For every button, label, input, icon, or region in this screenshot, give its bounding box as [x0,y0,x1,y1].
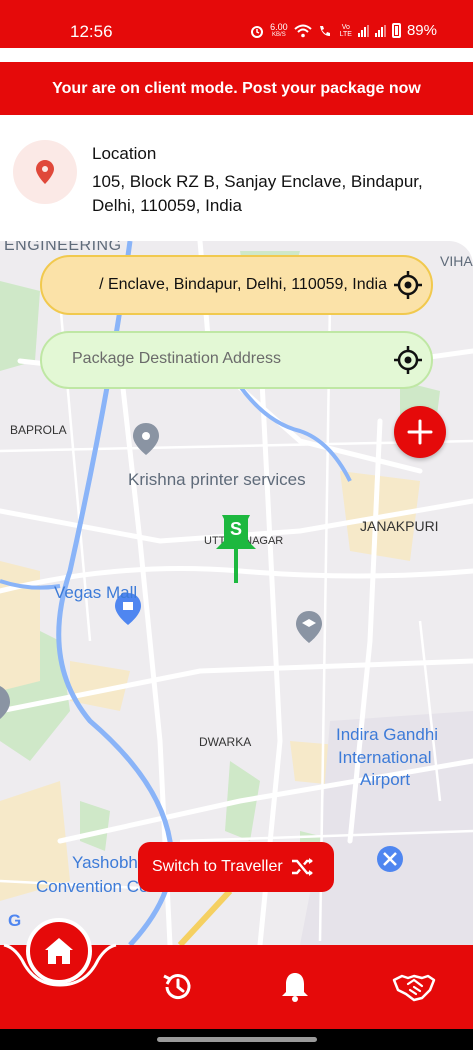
status-icons: 6.00 KB/S Vo LTE 89% [250,22,437,39]
status-divider [0,48,473,62]
location-address: 105, Block RZ B, Sanjay Enclave, Bindapu… [92,172,423,215]
bell-icon [282,973,308,1002]
location-pin-badge [13,140,77,204]
handshake-icon [392,974,436,1002]
map-label-airport-line3: Airport [360,770,411,789]
pickup-address-field[interactable]: / Enclave, Bindapur, Delhi, 110059, Indi… [40,255,433,315]
destination-locate-icon[interactable] [393,345,423,375]
status-time: 12:56 [70,22,113,41]
banner-text: Your are on client mode. Post your packa… [52,79,421,97]
map-label-dwarka: DWARKA [199,735,252,749]
gesture-handle[interactable] [157,1037,317,1042]
location-title: Location [92,144,157,163]
status-bar: 12:56 6.00 KB/S Vo LTE 89% [0,0,473,48]
nav-history-button[interactable] [161,970,195,1004]
location-card: Location 105, Block RZ B, Sanjay Enclave… [0,115,473,241]
battery-percent: 89% [406,22,437,39]
battery-icon [391,23,401,38]
net-speed: 6.00 KB/S [270,21,288,39]
switch-to-traveller-button[interactable]: Switch to Traveller [138,842,334,892]
plus-icon [407,419,433,445]
map-label-krishna-printer: Krishna printer services [128,470,306,489]
alarm-icon [251,25,264,38]
history-icon [163,974,191,1000]
map-label-baprola: BAPROLA [10,423,67,437]
signal-icon-1 [357,24,369,37]
location-pin-icon [36,160,54,184]
map-label-airport-line2: International [338,748,432,767]
switch-button-label: Switch to Traveller [152,858,283,875]
net-speed-unit: KB/S [272,31,286,38]
destination-input[interactable] [72,350,372,368]
nav-deals-button[interactable] [392,970,436,1004]
pin-letter: S [229,519,242,539]
selected-location-pin[interactable]: S [214,515,258,585]
net-speed-value: 6.00 [270,21,288,32]
map-label-airport-line1: Indira Gandhi [336,725,439,744]
map-label-vegas-mall: Vegas Mall [54,583,138,602]
wifi-call-icon [319,25,330,36]
nav-home-button[interactable] [26,918,92,984]
destination-address-field[interactable] [40,331,433,389]
wifi-icon [293,24,312,37]
map-label-engineering: ENGINEERING [4,241,122,254]
map-label-janakpuri: JANAKPURI [360,518,439,534]
client-mode-banner: Your are on client mode. Post your packa… [0,62,473,115]
map-label-vihar: VIHA [440,253,473,269]
shuffle-icon [291,858,313,876]
home-icon [45,938,73,964]
map-label-yashobhoomi-line1: Yashobh [72,853,138,872]
pickup-locate-icon[interactable] [393,270,423,300]
nav-notifications-button[interactable] [278,970,312,1004]
add-stop-button[interactable] [394,406,446,458]
volte-icon: Vo LTE [339,23,352,38]
signal-icon-2 [374,24,386,37]
pickup-address-text: / Enclave, Bindapur, Delhi, 110059, Indi… [99,276,387,293]
